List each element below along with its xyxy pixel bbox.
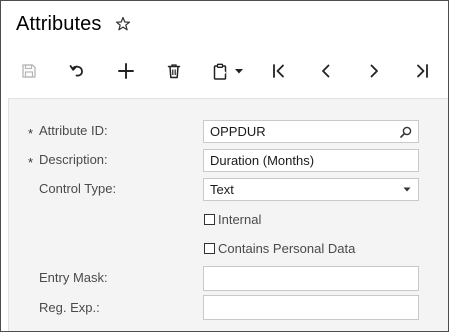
save-icon bbox=[22, 64, 36, 78]
title-row: Attributes bbox=[16, 10, 131, 38]
save-button[interactable] bbox=[19, 61, 39, 81]
attribute-id-field[interactable]: OPPDUR bbox=[203, 120, 419, 143]
reg-exp-label: Reg. Exp.: bbox=[39, 300, 100, 315]
contains-personal-data-checkbox[interactable] bbox=[204, 243, 215, 254]
internal-checkbox-row[interactable]: Internal bbox=[204, 212, 261, 227]
control-type-select[interactable]: Text bbox=[203, 178, 419, 201]
next-record-button[interactable] bbox=[364, 61, 384, 81]
reg-exp-field[interactable] bbox=[203, 295, 419, 320]
internal-checkbox[interactable] bbox=[204, 214, 215, 225]
description-label: Description: bbox=[39, 152, 108, 167]
contains-personal-data-row[interactable]: Contains Personal Data bbox=[204, 241, 355, 256]
chevron-down-icon bbox=[235, 69, 243, 74]
previous-record-button[interactable] bbox=[316, 61, 336, 81]
page-title: Attributes bbox=[16, 12, 102, 35]
last-record-button[interactable] bbox=[412, 61, 432, 81]
required-marker: * bbox=[28, 155, 34, 170]
plus-icon bbox=[118, 63, 134, 79]
chevron-down-icon bbox=[403, 187, 411, 192]
undo-button[interactable] bbox=[67, 61, 87, 81]
attribute-id-value: OPPDUR bbox=[210, 124, 266, 139]
clipboard-icon bbox=[213, 63, 227, 80]
delete-button[interactable] bbox=[164, 61, 184, 81]
entry-mask-label: Entry Mask: bbox=[39, 270, 108, 285]
entry-mask-field[interactable] bbox=[203, 266, 419, 291]
attributes-window: Attributes * Attribute ID: OPPDUR * Desc… bbox=[0, 0, 449, 332]
internal-label: Internal bbox=[218, 212, 262, 227]
first-record-button[interactable] bbox=[269, 61, 289, 81]
search-icon[interactable] bbox=[400, 126, 412, 138]
description-field[interactable]: Duration (Months) bbox=[203, 149, 419, 172]
undo-icon bbox=[69, 65, 83, 77]
control-type-value: Text bbox=[210, 182, 234, 197]
star-outline-icon[interactable] bbox=[115, 16, 131, 32]
required-marker: * bbox=[28, 126, 34, 141]
clipboard-button[interactable] bbox=[212, 61, 248, 81]
toolbar bbox=[1, 53, 448, 89]
attribute-id-label: Attribute ID: bbox=[39, 123, 108, 138]
last-record-icon bbox=[417, 64, 428, 78]
attribute-form: * Attribute ID: OPPDUR * Description: Du… bbox=[8, 98, 448, 331]
add-button[interactable] bbox=[116, 61, 136, 81]
trash-icon bbox=[167, 64, 181, 79]
description-value: Duration (Months) bbox=[210, 153, 315, 168]
chevron-left-icon bbox=[322, 64, 330, 78]
first-record-icon bbox=[273, 64, 284, 78]
control-type-label: Control Type: bbox=[39, 181, 117, 196]
chevron-right-icon bbox=[370, 64, 378, 78]
contains-personal-data-label: Contains Personal Data bbox=[218, 241, 356, 256]
